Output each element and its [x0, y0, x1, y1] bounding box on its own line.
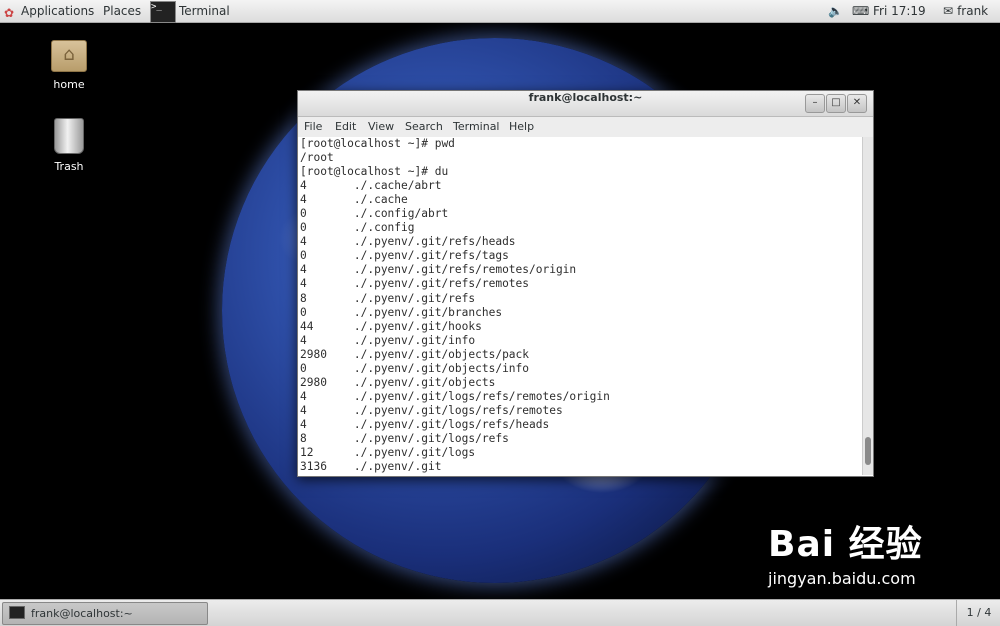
terminal-line: 4 ./.pyenv/.git/refs/remotes/origin: [300, 263, 577, 277]
terminal-line: 4 ./.pyenv/.git/logs/refs/remotes/origin: [300, 389, 610, 403]
menu-help[interactable]: Help: [509, 117, 534, 137]
desktop-icon-label: home: [53, 78, 85, 91]
terminal-line: 8 ./.pyenv/.git/refs: [300, 291, 476, 305]
terminal-line: 4 ./.cache/abrt: [300, 179, 442, 193]
minimize-button[interactable]: –: [805, 94, 825, 113]
terminal-line: [root@localhost ~]# du: [300, 165, 449, 179]
workspace-switcher[interactable]: 1 / 4: [956, 600, 1000, 626]
terminal-line: 2980 ./.pyenv/.git/objects/pack: [300, 347, 530, 361]
terminal-icon: [9, 606, 25, 619]
terminal-line: 4 ./.pyenv/.git/info: [300, 333, 476, 347]
terminal-line: 2980 ./.pyenv/.git/objects: [300, 375, 496, 389]
volume-icon[interactable]: 🔈: [828, 0, 843, 22]
menu-terminal[interactable]: Terminal: [453, 117, 500, 137]
user-name: frank: [957, 4, 989, 18]
terminal-line: 4 ./.pyenv/.git/refs/remotes: [300, 277, 530, 291]
terminal-line: 4 ./.cache: [300, 193, 408, 207]
top-panel: ✿ Applications Places >_ Terminal 🔈 ⌨ Fri …: [0, 0, 1000, 23]
watermark-logo: Bai 经验: [768, 524, 923, 565]
terminal-line: 8 ./.pyenv/.git/logs/refs: [300, 431, 509, 445]
taskbar-item-label: frank@localhost:~: [31, 607, 133, 620]
places-menu[interactable]: Places: [103, 0, 141, 22]
terminal-scrollbar[interactable]: [862, 137, 873, 475]
terminal-line: 44 ./.pyenv/.git/hooks: [300, 319, 482, 333]
active-app-menu[interactable]: >_ Terminal: [150, 0, 270, 23]
desktop-icon-trash[interactable]: Trash: [34, 118, 104, 173]
desktop-icon-home[interactable]: home: [34, 40, 104, 91]
close-button[interactable]: ✕: [847, 94, 867, 113]
user-status-icon: ✉: [943, 4, 954, 18]
window-titlebar[interactable]: frank@localhost:~ – □ ✕: [298, 91, 873, 117]
maximize-button[interactable]: □: [826, 94, 846, 113]
terminal-output[interactable]: [root@localhost ~]# pwd/root [root@localh…: [298, 137, 862, 475]
terminal-line: 12 ./.pyenv/.git/logs: [300, 446, 476, 460]
terminal-window: frank@localhost:~ – □ ✕ File Edit View S…: [297, 90, 874, 477]
terminal-line: 4 ./.pyenv/.git/logs/refs/heads: [300, 417, 550, 431]
taskbar-item-terminal[interactable]: frank@localhost:~: [2, 602, 208, 625]
terminal-line: 0 ./.pyenv/.git/objects/info: [300, 361, 530, 375]
desktop-icon-label: Trash: [54, 160, 84, 173]
menubar: File Edit View Search Terminal Help: [298, 117, 873, 137]
terminal-line: 0 ./.config/abrt: [300, 207, 449, 221]
terminal-line: [root@localhost ~]# pwd: [300, 137, 455, 150]
baidu-watermark: Bai 经验 jingyan.baidu.com: [768, 515, 948, 605]
terminal-line: 0 ./.pyenv/.git/branches: [300, 305, 503, 319]
terminal-line: 0 ./.config: [300, 221, 415, 235]
scrollbar-thumb[interactable]: [865, 437, 871, 465]
network-icon[interactable]: ⌨: [852, 0, 869, 22]
terminal-lines: [root@localhost ~]# pwd/root [root@localh…: [298, 137, 862, 474]
applications-menu[interactable]: ✿ Applications: [4, 0, 94, 22]
menu-view[interactable]: View: [368, 117, 394, 137]
terminal-line: /root: [300, 151, 334, 165]
terminal-line: 0 ./.pyenv/.git/refs/tags: [300, 249, 509, 263]
watermark-url: jingyan.baidu.com: [768, 569, 916, 588]
terminal-line: 4 ./.pyenv/.git/refs/heads: [300, 235, 516, 249]
bottom-panel: frank@localhost:~ 1 / 4: [0, 599, 1000, 626]
folder-home-icon: [51, 40, 87, 72]
active-app-label: Terminal: [179, 4, 230, 18]
user-menu[interactable]: ✉ frank: [943, 0, 988, 22]
gnome-foot-icon: ✿: [4, 6, 15, 20]
terminal-icon: >_: [150, 1, 176, 23]
menu-search[interactable]: Search: [405, 117, 443, 137]
terminal-line: 3136 ./.pyenv/.git: [300, 460, 442, 474]
applications-label: Applications: [21, 4, 95, 18]
terminal-line: 4 ./.pyenv/.git/logs/refs/remotes: [300, 403, 563, 417]
menu-edit[interactable]: Edit: [335, 117, 356, 137]
clock[interactable]: Fri 17:19: [873, 0, 926, 22]
window-title: frank@localhost:~: [528, 91, 643, 104]
menu-file[interactable]: File: [304, 117, 322, 137]
trash-icon: [54, 118, 84, 154]
